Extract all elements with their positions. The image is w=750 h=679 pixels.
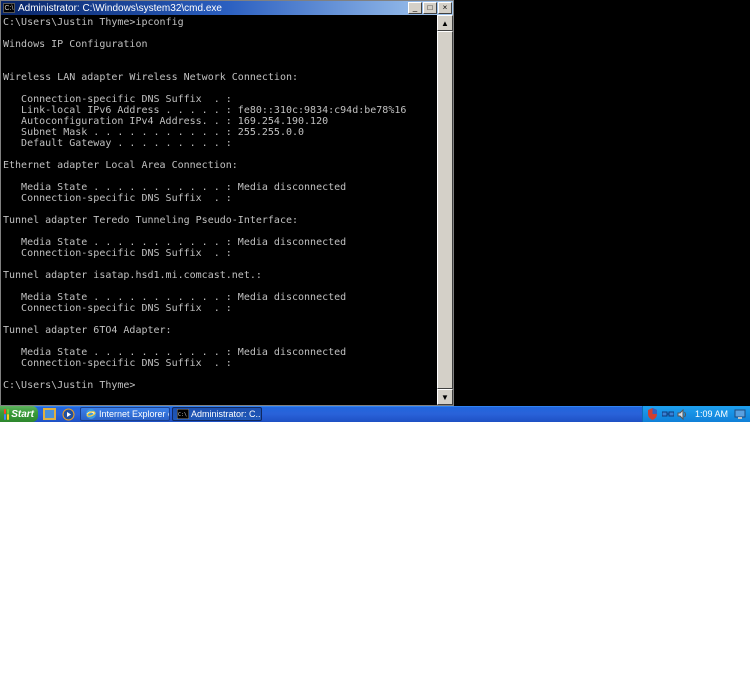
security-shield-icon[interactable]: [647, 408, 659, 420]
minimize-button[interactable]: _: [408, 2, 422, 14]
white-area: [0, 422, 750, 679]
window-title: Administrator: C:\Windows\system32\cmd.e…: [18, 3, 408, 14]
scroll-thumb[interactable]: [437, 31, 453, 389]
network-icon[interactable]: [662, 408, 674, 420]
clock[interactable]: 1:09 AM: [692, 409, 731, 419]
scroll-track[interactable]: [437, 31, 453, 389]
taskbar-item-label: Internet Explorer c...: [99, 409, 170, 419]
titlebar[interactable]: C:\ Administrator: C:\Windows\system32\c…: [1, 1, 453, 15]
scrollbar[interactable]: ▲ ▼: [437, 15, 453, 405]
media-player-icon[interactable]: [60, 407, 76, 421]
cmd-task-icon: C:\: [177, 408, 189, 420]
cmd-icon: C:\: [3, 3, 15, 13]
start-label: Start: [11, 409, 34, 420]
taskbar-item-cmd[interactable]: C:\ Administrator: C...: [172, 407, 262, 421]
cmd-window: C:\ Administrator: C:\Windows\system32\c…: [0, 0, 454, 406]
scroll-down-button[interactable]: ▼: [437, 389, 453, 405]
terminal-output[interactable]: C:\Users\Justin Thyme>ipconfig Windows I…: [1, 15, 437, 405]
system-tray: 1:09 AM: [642, 406, 750, 422]
close-button[interactable]: ×: [438, 2, 452, 14]
svg-text:C:\: C:\: [178, 412, 187, 418]
scroll-up-button[interactable]: ▲: [437, 15, 453, 31]
start-button[interactable]: Start: [0, 406, 38, 422]
quick-launch: [38, 406, 79, 422]
windows-logo-icon: [4, 409, 9, 420]
maximize-button[interactable]: □: [423, 2, 437, 14]
desktop-background: C:\ Administrator: C:\Windows\system32\c…: [0, 0, 750, 406]
ie-icon: [85, 408, 97, 420]
tray-desktop-icon[interactable]: [734, 408, 746, 420]
taskbar: Start Internet Explorer c... C:\ Adminis…: [0, 406, 750, 422]
show-desktop-icon[interactable]: [41, 407, 57, 421]
volume-icon[interactable]: [677, 408, 689, 420]
taskbar-item-label: Administrator: C...: [191, 409, 262, 419]
taskbar-item-ie[interactable]: Internet Explorer c...: [80, 407, 170, 421]
